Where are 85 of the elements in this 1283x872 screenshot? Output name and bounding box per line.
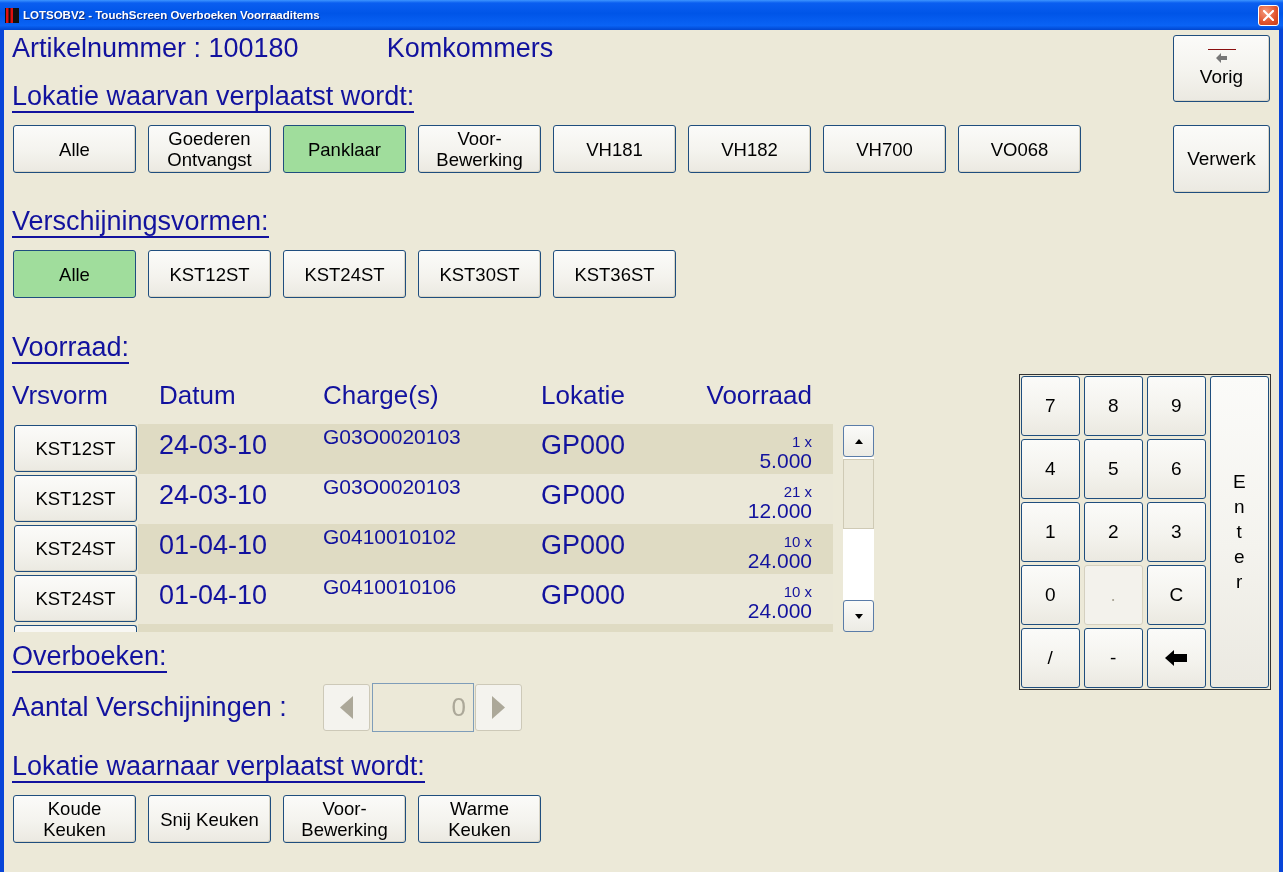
table-cell: GP000 (541, 430, 626, 460)
table-cell: G0410010102 (323, 525, 457, 548)
section-heading: Overboeken: (12, 642, 167, 673)
enter-key[interactable]: Enter (1209, 376, 1269, 688)
keypad-key[interactable]: 0 (1020, 565, 1080, 625)
scrollbar-thumb[interactable] (843, 459, 874, 529)
scroll-up-button[interactable] (843, 425, 874, 457)
left-arrow-icon (1165, 649, 1188, 666)
location-button[interactable]: Koude Keuken (13, 795, 136, 843)
section-heading: Voorraad: (12, 333, 130, 364)
location-button[interactable]: Warme Keuken (418, 795, 541, 843)
stock-quantity: 24.000 (747, 599, 812, 622)
location-button[interactable]: Voor-Bewerking (283, 795, 406, 843)
stock-quantity: 5.000 (759, 449, 812, 472)
form-button[interactable] (14, 625, 137, 632)
location-button[interactable]: Goederen Ontvangst (148, 125, 271, 173)
column-header: Vrsvorm (12, 380, 108, 410)
location-button[interactable]: VH182 (688, 125, 811, 173)
keypad-key[interactable]: / (1020, 628, 1080, 688)
form-button[interactable]: KST24ST (14, 575, 137, 622)
location-button[interactable]: VH700 (823, 125, 946, 173)
article-name: Komkommers (386, 33, 554, 64)
stock-count: 10 x (783, 583, 812, 600)
stock-count: 21 x (783, 483, 812, 500)
keypad-key[interactable]: 9 (1146, 376, 1206, 436)
scroll-down-button[interactable] (843, 600, 874, 632)
form-button[interactable]: KST24ST (283, 250, 406, 298)
form-button[interactable]: KST30ST (418, 250, 541, 298)
column-header: Datum (159, 380, 236, 410)
triangle-right-icon (492, 696, 505, 719)
form-button[interactable]: KST36ST (553, 250, 676, 298)
stock-count: 10 x (783, 533, 812, 550)
location-button[interactable]: Voor-Bewerking (418, 125, 541, 173)
table-cell: GP000 (541, 480, 626, 510)
close-button[interactable] (1258, 4, 1279, 26)
article-number: Artikelnummer : 100180 (12, 33, 299, 64)
keypad-key[interactable]: - (1083, 628, 1143, 688)
section-heading: Verschijningsvormen: (12, 207, 269, 238)
keypad-key[interactable]: 7 (1020, 376, 1080, 436)
form-button[interactable]: KST12ST (14, 425, 137, 472)
section-heading: Lokatie waarvan verplaatst wordt: (12, 82, 415, 113)
stock-count: 1 x (792, 433, 812, 450)
keypad-key[interactable]: 2 (1083, 502, 1143, 562)
column-header: Lokatie (541, 380, 625, 410)
form-button[interactable]: KST12ST (14, 475, 137, 522)
table-cell: G03O0020103 (323, 475, 461, 498)
table-cell: 01-04-10 (159, 580, 268, 610)
location-button[interactable]: VO068 (958, 125, 1081, 173)
form-button[interactable]: Alle (13, 250, 136, 298)
field-label: Aantal Verschijningen : (12, 692, 287, 722)
triangle-down-icon (854, 613, 863, 619)
keypad-key[interactable]: 8 (1083, 376, 1143, 436)
bars-icon (5, 7, 19, 23)
form-button[interactable]: KST24ST (14, 525, 137, 572)
table-cell: 24-03-10 (159, 430, 268, 460)
backspace-key[interactable] (1146, 628, 1206, 688)
close-icon (1263, 9, 1274, 21)
keypad-key[interactable]: C (1146, 565, 1206, 625)
table-cell: 01-04-10 (159, 530, 268, 560)
table-cell: G03O0020103 (323, 425, 461, 448)
stock-quantity: 12.000 (747, 499, 812, 522)
triangle-up-icon (854, 438, 863, 444)
table-cell: G0410010106 (323, 575, 457, 598)
table-cell: 24-03-10 (159, 480, 268, 510)
form-button[interactable]: KST12ST (148, 250, 271, 298)
keypad-key[interactable]: 1 (1020, 502, 1080, 562)
back-button[interactable]: Vorig (1173, 35, 1270, 102)
stock-quantity: 24.000 (747, 549, 812, 572)
table-cell: GP000 (541, 530, 626, 560)
triangle-left-icon (340, 696, 353, 719)
keypad-key[interactable]: 3 (1146, 502, 1206, 562)
location-button[interactable]: VH181 (553, 125, 676, 173)
location-button[interactable]: Alle (13, 125, 136, 173)
column-header: Charge(s) (323, 380, 439, 410)
location-button[interactable]: Snij Keuken (148, 795, 271, 843)
table-cell: GP000 (541, 580, 626, 610)
location-button[interactable]: Panklaar (283, 125, 406, 173)
process-button[interactable]: Verwerk (1173, 125, 1270, 193)
keypad-key[interactable]: 4 (1020, 439, 1080, 499)
keypad-key[interactable]: 5 (1083, 439, 1143, 499)
window-title: LOTSOBV2 - TouchScreen Overboeken Voorraaditems (23, 9, 320, 21)
keypad-key[interactable]: 6 (1146, 439, 1206, 499)
column-header: Voorraad (706, 380, 812, 410)
section-heading: Lokatie waarnaar verplaatst wordt: (12, 752, 425, 783)
back-arrow-icon (1207, 49, 1236, 63)
